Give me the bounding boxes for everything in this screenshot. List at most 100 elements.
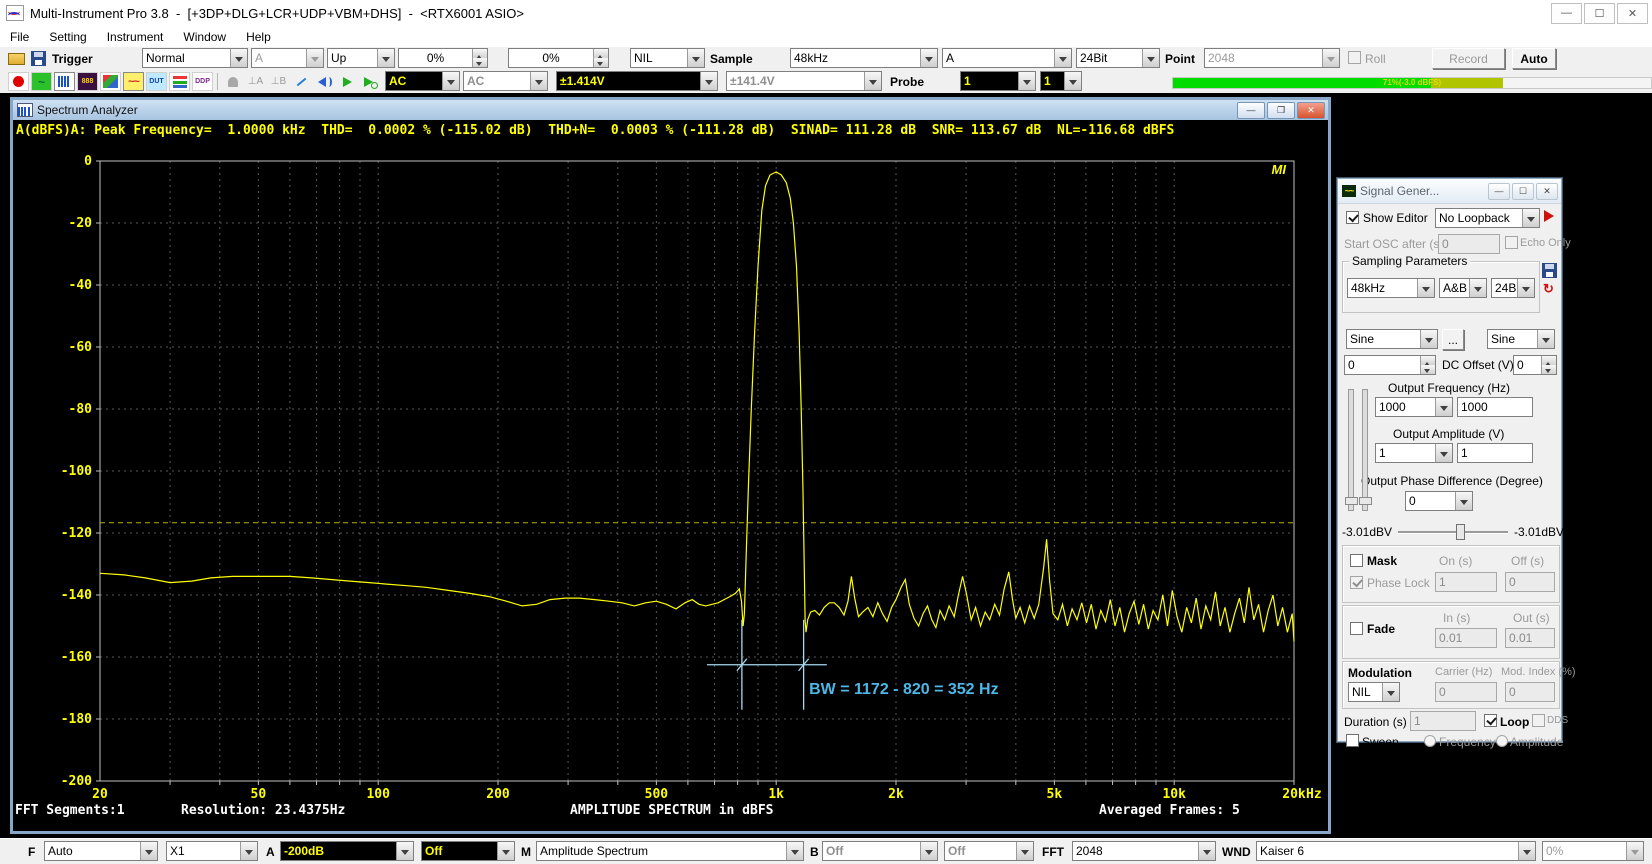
mask-checkbox[interactable] (1350, 554, 1363, 567)
menu-setting[interactable]: Setting (39, 30, 96, 44)
input-probe-icon[interactable] (291, 72, 312, 91)
slider-handle[interactable] (1345, 497, 1358, 505)
minimize-button[interactable]: — (1237, 102, 1265, 119)
spin-up-icon[interactable] (594, 49, 608, 58)
ddp-viewer-icon[interactable]: DDP (192, 72, 213, 91)
a-range-select[interactable]: -200dB (280, 841, 414, 861)
close-button[interactable]: ✕ (1617, 3, 1648, 24)
device-test-plan-icon[interactable]: DUT (146, 72, 167, 91)
loopback-select[interactable]: No Loopback (1435, 208, 1540, 228)
close-button[interactable]: ✕ (1297, 102, 1325, 119)
trigger-mode-select[interactable]: Normal (142, 48, 248, 68)
menu-file[interactable]: File (0, 30, 39, 44)
amplitude-a-select[interactable]: 1 (1375, 443, 1453, 463)
signal-generator-titlebar[interactable]: ~~ Signal Gener... — ☐ ✕ (1338, 179, 1561, 204)
signal-generator-icon[interactable]: ~~ (123, 72, 144, 91)
range-a-select[interactable]: ±1.414V (556, 71, 718, 91)
dc-offset-a-spinner[interactable]: 0 (1344, 355, 1436, 375)
sampling-bits-select[interactable]: 24Bit (1491, 278, 1535, 298)
minimize-button[interactable]: — (1551, 3, 1582, 24)
waveform-a-select[interactable]: Sine (1346, 329, 1438, 349)
zoom-select[interactable]: X1 (166, 841, 258, 861)
frequency-b-input[interactable]: 1000 (1457, 397, 1533, 417)
display-mode-select[interactable]: Amplitude Spectrum (536, 841, 804, 861)
menu-help[interactable]: Help (236, 30, 281, 44)
menu-window[interactable]: Window (173, 30, 236, 44)
multimeter-icon[interactable]: 888 (77, 72, 98, 91)
sampling-channels-select[interactable]: A&B (1439, 278, 1487, 298)
phase-select[interactable]: 0 (1405, 491, 1473, 511)
amplitude-slider-b[interactable] (1362, 389, 1368, 511)
record-icon[interactable] (8, 72, 29, 91)
spectrum-analyzer-window[interactable]: Spectrum Analyzer — ❐ ✕ A(dBFS)A: Peak F… (10, 97, 1331, 834)
dc-offset-b-spinner[interactable]: 0 (1513, 355, 1557, 375)
minimize-button[interactable]: — (1488, 183, 1510, 200)
run-generator-button[interactable] (1544, 210, 1554, 222)
amplitude-slider-a[interactable] (1348, 389, 1354, 511)
save-icon[interactable] (28, 49, 49, 68)
spin-down-icon[interactable] (473, 58, 487, 67)
sample-channel-select[interactable]: A (942, 48, 1072, 68)
probe-a-select[interactable]: 1 (960, 71, 1036, 91)
close-button[interactable]: ✕ (1536, 183, 1558, 200)
spin-down-icon[interactable] (1542, 365, 1556, 374)
trigger-level-spinner[interactable]: 0% (398, 48, 488, 68)
auto-button[interactable]: Auto (1512, 48, 1556, 69)
show-editor-checkbox[interactable] (1346, 211, 1359, 224)
sampling-rate-select[interactable]: 48kHz (1347, 278, 1435, 298)
modulation-select[interactable]: NIL (1348, 682, 1400, 702)
save-signal-icon[interactable] (1542, 263, 1557, 278)
output-phase-label: Output Phase Difference (Degree) (1361, 474, 1543, 488)
spin-up-icon[interactable] (1421, 356, 1435, 365)
spin-down-icon[interactable] (594, 58, 608, 67)
spin-up-icon[interactable] (473, 49, 487, 58)
coupling-a-select[interactable]: AC (385, 71, 460, 91)
maximize-button[interactable]: ☐ (1512, 183, 1534, 200)
loop-checkbox[interactable] (1484, 714, 1497, 727)
frequency-a-select[interactable]: 1000 (1375, 397, 1453, 417)
chevron-down-icon (1537, 330, 1554, 348)
amplitude-b-input[interactable]: 1 (1457, 443, 1533, 463)
edit-signal-icon[interactable]: ↻ (1543, 281, 1554, 297)
trigger-coupling-select[interactable]: NIL (630, 48, 705, 68)
menu-instrument[interactable]: Instrument (97, 30, 174, 44)
slider-handle[interactable] (1359, 497, 1372, 505)
maximize-button[interactable]: ☐ (1584, 3, 1615, 24)
open-file-icon[interactable] (6, 49, 27, 68)
slider-handle[interactable] (1456, 524, 1465, 540)
speaker-icon[interactable] (314, 72, 335, 91)
trigger-delay-spinner[interactable]: 0% (508, 48, 609, 68)
restore-button[interactable]: ❐ (1267, 102, 1295, 119)
bit-depth-select[interactable]: 24Bit (1076, 48, 1160, 68)
freq-axis-select[interactable]: Auto (44, 841, 158, 861)
chevron-down-icon (442, 72, 459, 90)
fft-size-select[interactable]: 2048 (1072, 841, 1216, 861)
level-slider[interactable] (1398, 531, 1508, 534)
waveform-b-select[interactable]: Sine (1487, 329, 1555, 349)
spectrum-window-titlebar[interactable]: Spectrum Analyzer — ❐ ✕ (13, 100, 1328, 120)
signal-generator-window[interactable]: ~~ Signal Gener... — ☐ ✕ Show Editor No … (1337, 178, 1562, 742)
a-ref-select[interactable]: Off (421, 841, 515, 861)
run-icon[interactable] (337, 72, 358, 91)
dc-offset-label: DC Offset (V) (1442, 358, 1514, 372)
probe-label: Probe (890, 75, 924, 89)
measurement-status-line: A(dBFS)A: Peak Frequency= 1.0000 kHz THD… (13, 120, 1328, 140)
derived-data-curves-icon[interactable] (169, 72, 190, 91)
spin-up-icon[interactable] (1542, 356, 1556, 365)
window-function-select[interactable]: Kaiser 6 (1256, 841, 1536, 861)
oscilloscope-icon[interactable]: ~ (31, 72, 52, 91)
run-loop-icon[interactable] (360, 72, 381, 91)
probe-b-select[interactable]: 1 (1040, 71, 1082, 91)
fade-checkbox[interactable] (1350, 622, 1363, 635)
sweep-checkbox[interactable] (1346, 734, 1359, 747)
chevron-down-icon (377, 49, 394, 67)
spin-down-icon[interactable] (1421, 365, 1435, 374)
spectrum-3d-plot-icon[interactable] (100, 72, 121, 91)
trigger-edge-select[interactable]: Up (327, 48, 395, 68)
chevron-down-icon (1018, 72, 1035, 90)
spectrum-chart[interactable]: 0-20-40-60-80-100-120-140-160-180-200205… (13, 140, 1328, 831)
spectrum-analyzer-icon[interactable] (54, 72, 75, 91)
more-waveform-button[interactable]: ... (1442, 329, 1464, 350)
sample-rate-select[interactable]: 48kHz (790, 48, 938, 68)
mask-on-label: On (s) (1439, 554, 1472, 568)
